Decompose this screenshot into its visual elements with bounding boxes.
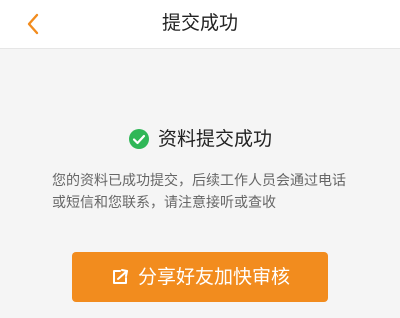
status-title: 资料提交成功 — [157, 128, 272, 150]
nav-bar: 提交成功 — [0, 0, 400, 49]
share-icon — [112, 269, 128, 284]
share-button-label: 分享好友加快审核 — [137, 266, 290, 288]
status-description: 您的资料已成功提交，后续工作人员会通过电话或短信和您联系，请注意接听或查收 — [52, 173, 346, 211]
page-title: 提交成功 — [161, 12, 238, 34]
status-line: 资料提交成功 — [0, 126, 400, 152]
share-button[interactable]: 分享好友加快审核 — [72, 252, 328, 302]
check-circle-icon — [128, 129, 149, 149]
